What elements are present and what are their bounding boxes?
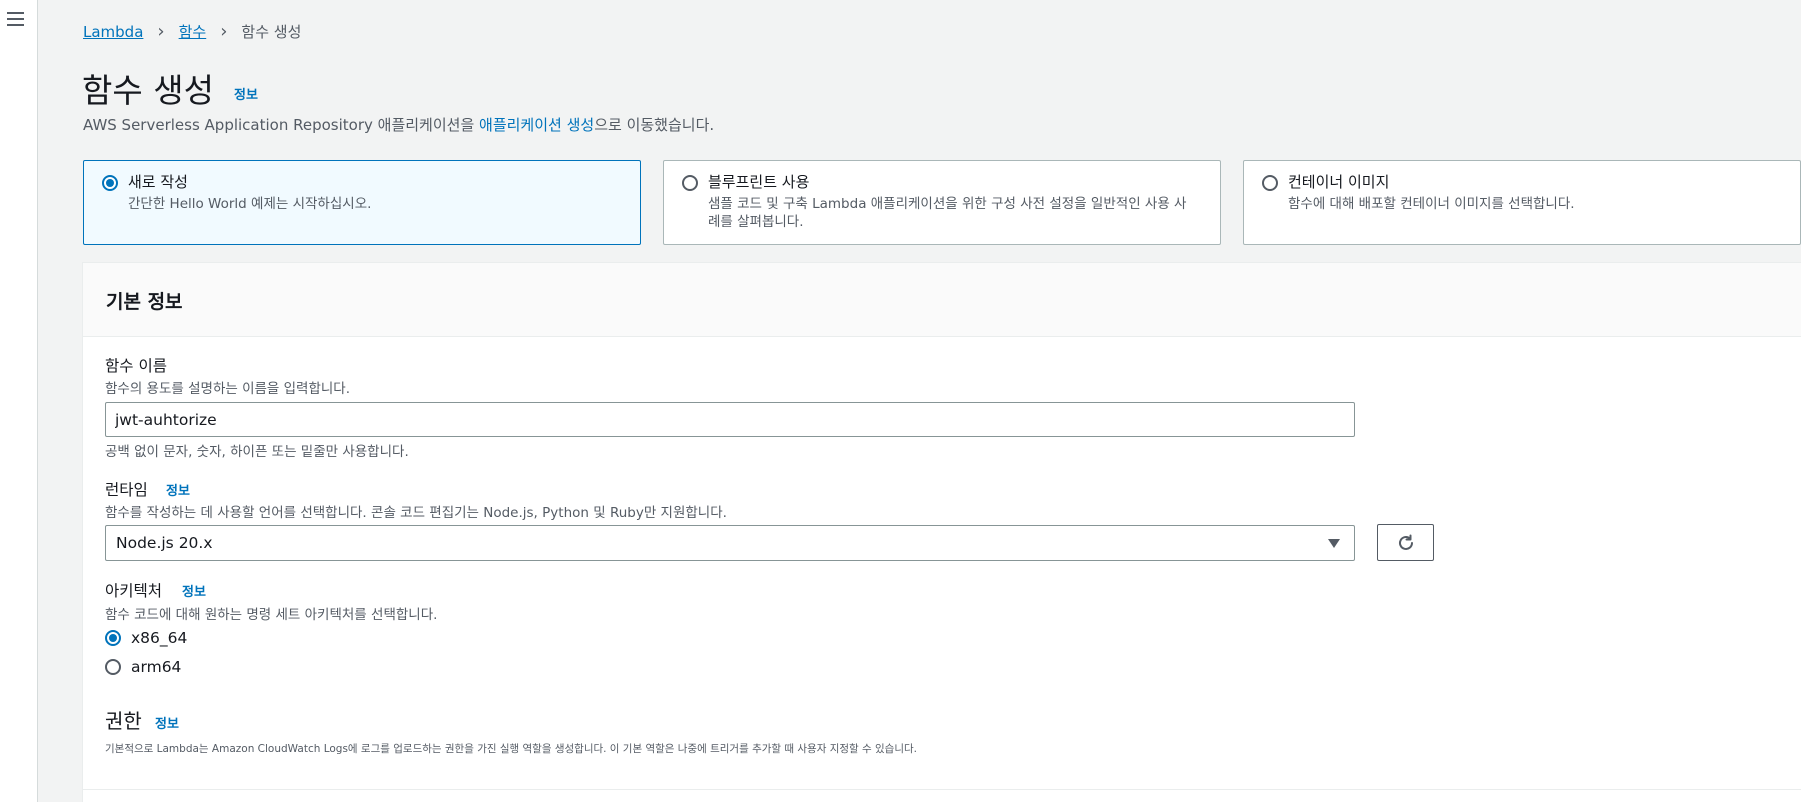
function-name-label: 함수 이름 <box>105 357 167 375</box>
option-container-image[interactable]: 컨테이너 이미지 함수에 대해 배포할 컨테이너 이미지를 선택합니다. <box>1243 160 1801 245</box>
architecture-info-link[interactable]: 정보 <box>182 581 206 600</box>
permissions-desc: 기본적으로 Lambda는 Amazon CloudWatch Logs에 로그… <box>105 743 918 755</box>
breadcrumb: Lambda › 함수 › 함수 생성 <box>83 21 301 42</box>
option-desc: 함수에 대해 배포할 컨테이너 이미지를 선택합니다. <box>1288 196 1575 212</box>
architecture-desc: 함수 코드에 대해 원하는 명령 세트 아키텍처를 선택합니다. <box>105 607 438 623</box>
breadcrumb-lambda[interactable]: Lambda <box>83 23 143 41</box>
subtitle-suffix: 으로 이동했습니다. <box>594 116 715 134</box>
runtime-desc: 함수를 작성하는 데 사용할 언어를 선택합니다. 콘솔 코드 편집기는 Nod… <box>105 505 727 521</box>
radio-arm64[interactable] <box>105 659 121 675</box>
page-subtitle: AWS Serverless Application Repository 애플… <box>83 114 714 135</box>
architecture-label: 아키텍처 <box>105 582 163 600</box>
function-name-desc: 함수의 용도를 설명하는 이름을 입력합니다. <box>105 381 351 397</box>
runtime-label: 런타임 <box>105 481 148 499</box>
panel-header: 기본 정보 <box>83 263 1801 337</box>
subtitle-prefix: AWS Serverless Application Repository 애플… <box>83 116 480 134</box>
option-title: 컨테이너 이미지 <box>1288 173 1390 191</box>
option-use-blueprint[interactable]: 블루프린트 사용 샘플 코드 및 구축 Lambda 애플리케이션을 위한 구성… <box>663 160 1221 245</box>
radio-x86[interactable] <box>105 630 121 646</box>
panel-title: 기본 정보 <box>106 291 183 313</box>
architecture-option-label: x86_64 <box>131 629 188 647</box>
function-name-hint: 공백 없이 문자, 숫자, 하이픈 또는 밑줄만 사용합니다. <box>105 444 409 460</box>
architecture-option-x86[interactable]: x86_64 <box>105 629 187 647</box>
option-title: 새로 작성 <box>128 173 188 191</box>
option-desc: 간단한 Hello World 예제는 시작하십시오. <box>128 196 372 212</box>
runtime-select[interactable]: Node.js 20.x <box>105 525 1355 561</box>
page-title: 함수 생성 <box>82 71 214 110</box>
side-navigation <box>0 0 38 802</box>
refresh-button[interactable] <box>1377 524 1434 561</box>
radio-author-from-scratch[interactable] <box>102 175 118 191</box>
permissions-info-link[interactable]: 정보 <box>155 713 179 732</box>
runtime-value: Node.js 20.x <box>116 534 213 552</box>
hamburger-menu-icon[interactable] <box>7 12 24 26</box>
architecture-option-label: arm64 <box>131 658 182 676</box>
chevron-right-icon: › <box>220 21 228 42</box>
refresh-icon <box>1399 534 1413 550</box>
function-name-input[interactable] <box>105 402 1355 437</box>
breadcrumb-functions[interactable]: 함수 <box>179 21 207 42</box>
option-author-from-scratch[interactable]: 새로 작성 간단한 Hello World 예제는 시작하십시오. <box>83 160 641 245</box>
runtime-info-link[interactable]: 정보 <box>166 480 190 499</box>
create-application-link[interactable]: 애플리케이션 생성 <box>479 116 594 134</box>
divider <box>82 789 1801 790</box>
radio-use-blueprint[interactable] <box>682 175 698 191</box>
title-info-link[interactable]: 정보 <box>234 84 258 103</box>
permissions-title: 권한 <box>105 709 142 733</box>
radio-container-image[interactable] <box>1262 175 1278 191</box>
chevron-right-icon: › <box>157 21 165 42</box>
breadcrumb-current: 함수 생성 <box>241 23 302 41</box>
architecture-option-arm64[interactable]: arm64 <box>105 658 181 676</box>
option-title: 블루프린트 사용 <box>708 173 810 191</box>
option-desc: 샘플 코드 및 구축 Lambda 애플리케이션을 위한 구성 사전 설정을 일… <box>708 196 1187 230</box>
caret-down-icon <box>1328 539 1340 548</box>
